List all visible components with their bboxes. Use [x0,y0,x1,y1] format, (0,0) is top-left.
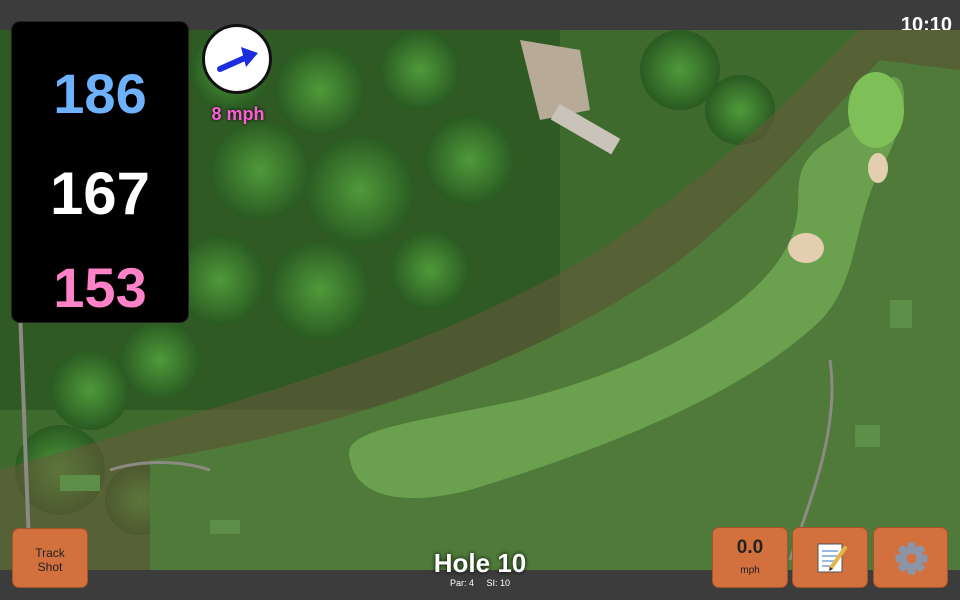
hole-info: Par: 4 SI: 10 [380,578,580,588]
settings-button[interactable] [873,527,948,588]
distance-front: 153 [53,256,147,319]
distance-panel: 186 167 153 [12,22,188,322]
wind-direction-arrow-icon [217,47,258,72]
track-shot-label-line2: Shot [37,560,63,574]
wind-speed-button[interactable]: 0.0 mph [712,527,788,588]
track-shot-button[interactable]: Track Shot [12,528,88,588]
gear-icon [895,542,928,575]
distance-back: 186 [53,62,147,125]
wind-speed-label: 8 mph [211,104,265,124]
wind-indicator[interactable] [202,24,272,94]
notes-button[interactable] [792,527,868,588]
hole-par: Par: 4 [449,578,474,588]
distance-middle: 167 [49,160,151,227]
notepad-icon [817,543,847,573]
wind-button-value: 0.0 [736,537,764,558]
hole-stroke-index: SI: 10 [486,578,511,588]
hole-title: Hole 10 [433,548,527,578]
wind-button-unit: mph [740,565,760,576]
track-shot-label-line1: Track [35,546,65,560]
